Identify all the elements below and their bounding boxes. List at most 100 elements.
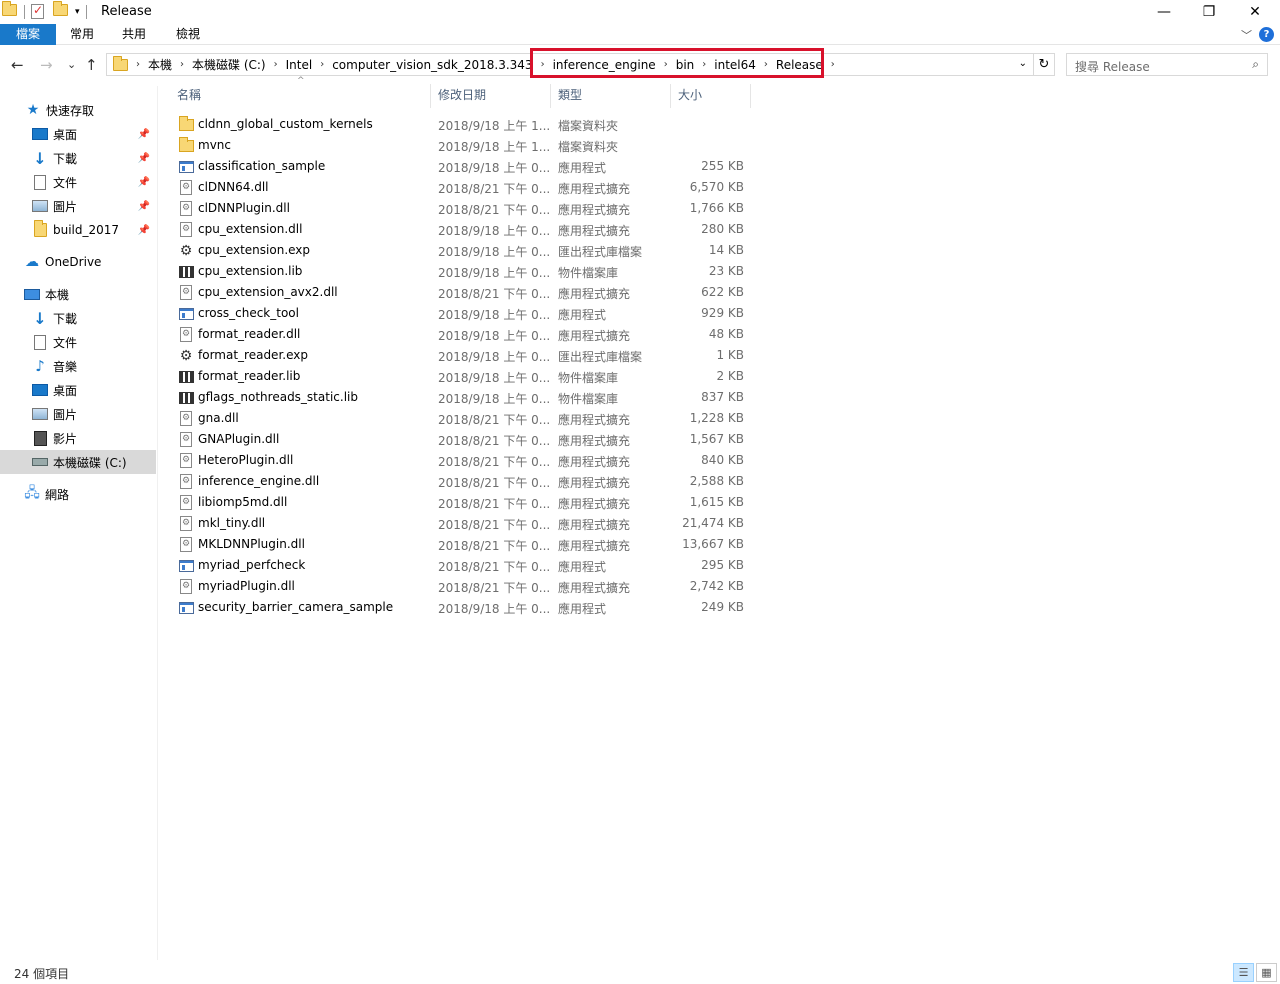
chevron-right-icon[interactable]: › bbox=[318, 59, 326, 70]
sidebar-item-label: 桌面 bbox=[53, 383, 78, 398]
tab-share[interactable]: 共用 bbox=[114, 24, 154, 45]
tab-home[interactable]: 常用 bbox=[62, 24, 102, 45]
customize-toolbar-chevron-icon[interactable]: ▾ bbox=[75, 7, 80, 17]
forward-button[interactable]: → bbox=[40, 56, 53, 74]
file-row[interactable]: security_barrier_camera_sample 2018/9/18 … bbox=[170, 597, 760, 618]
file-modified-date: 2018/8/21 下午 0... bbox=[438, 455, 551, 469]
file-row[interactable]: cpu_extension.dll 2018/9/18 上午 0... 應用程式擴充… bbox=[170, 219, 760, 240]
chevron-right-icon[interactable]: › bbox=[272, 59, 280, 70]
file-row[interactable]: cpu_extension.lib 2018/9/18 上午 0... 物件檔案庫 2… bbox=[170, 261, 760, 282]
file-row[interactable]: myriad_perfcheck 2018/8/21 下午 0... 應用程式 295… bbox=[170, 555, 760, 576]
file-row[interactable]: mkl_tiny.dll 2018/8/21 下午 0... 應用程式擴充 21,47… bbox=[170, 513, 760, 534]
file-row[interactable]: format_reader.lib 2018/9/18 上午 0... 物件檔案庫 2… bbox=[170, 366, 760, 387]
minimize-button[interactable]: — bbox=[1141, 0, 1187, 24]
file-row[interactable]: mvnc 2018/9/18 上午 1... 檔案資料夾 bbox=[170, 135, 760, 156]
search-icon[interactable]: ⌕ bbox=[1252, 57, 1259, 72]
refresh-button[interactable]: ↻ bbox=[1034, 53, 1055, 76]
tab-view[interactable]: 檢視 bbox=[168, 24, 208, 45]
file-modified-date: 2018/9/18 上午 0... bbox=[438, 602, 551, 616]
address-history-chevron-down-icon[interactable]: ⌄ bbox=[1019, 58, 1027, 69]
library-file-icon bbox=[178, 264, 194, 279]
file-size: 2,742 KB bbox=[689, 579, 744, 593]
file-row[interactable]: GNAPlugin.dll 2018/8/21 下午 0... 應用程式擴充 1,56… bbox=[170, 429, 760, 450]
file-row[interactable]: cpu_extension_avx2.dll 2018/8/21 下午 0... 應… bbox=[170, 282, 760, 303]
restore-button[interactable]: ❐ bbox=[1186, 0, 1232, 24]
sidebar-item-label: 本機磁碟 (C:) bbox=[53, 455, 127, 470]
breadcrumb-intel[interactable]: Intel bbox=[280, 58, 319, 72]
sidebar-item-pictures[interactable]: 圖片 📌 bbox=[0, 194, 156, 218]
column-header-date[interactable]: 修改日期 bbox=[431, 84, 551, 108]
expand-ribbon-chevron-icon[interactable]: ﹀ bbox=[1241, 27, 1252, 43]
column-header-name[interactable]: 名稱 bbox=[170, 84, 431, 108]
file-type: 應用程式擴充 bbox=[558, 434, 631, 448]
file-row[interactable]: HeteroPlugin.dll 2018/8/21 下午 0... 應用程式擴充 8… bbox=[170, 450, 760, 471]
sidebar-item-downloads[interactable]: ↓ 下載 📌 bbox=[0, 146, 156, 170]
file-row[interactable]: clDNN64.dll 2018/8/21 下午 0... 應用程式擴充 6,570 … bbox=[170, 177, 760, 198]
pin-icon[interactable]: 📌 bbox=[138, 153, 150, 164]
file-name: cpu_extension.dll bbox=[198, 222, 303, 236]
file-row[interactable]: MKLDNNPlugin.dll 2018/8/21 下午 0... 應用程式擴充 1… bbox=[170, 534, 760, 555]
sidebar-item-local-disk[interactable]: 本機磁碟 (C:) bbox=[0, 450, 156, 474]
properties-icon[interactable] bbox=[31, 3, 47, 20]
pin-icon[interactable]: 📌 bbox=[138, 201, 150, 212]
file-row[interactable]: libiomp5md.dll 2018/8/21 下午 0... 應用程式擴充 1,6… bbox=[170, 492, 760, 513]
breadcrumb-this-pc[interactable]: 本機 bbox=[142, 56, 178, 73]
large-icons-view-icon[interactable]: ▦ bbox=[1256, 963, 1277, 982]
sidebar-item-pc-videos[interactable]: 影片 bbox=[0, 426, 156, 450]
file-row[interactable]: format_reader.dll 2018/9/18 上午 0... 應用程式擴充… bbox=[170, 324, 760, 345]
file-row[interactable]: cross_check_tool 2018/9/18 上午 0... 應用程式 929… bbox=[170, 303, 760, 324]
sidebar-item-pc-documents[interactable]: 文件 bbox=[0, 330, 156, 354]
file-row[interactable]: inference_engine.dll 2018/8/21 下午 0... 應用程… bbox=[170, 471, 760, 492]
file-size: 1,615 KB bbox=[689, 495, 744, 509]
file-row[interactable]: ⚙ format_reader.exp 2018/9/18 上午 0... 匯出程式庫… bbox=[170, 345, 760, 366]
file-modified-date: 2018/9/18 上午 0... bbox=[438, 308, 551, 322]
sidebar-item-pc-pictures[interactable]: 圖片 bbox=[0, 402, 156, 426]
dll-file-icon bbox=[178, 411, 194, 426]
file-name: cpu_extension_avx2.dll bbox=[198, 285, 338, 299]
details-view-icon[interactable]: ☰ bbox=[1233, 963, 1254, 982]
sidebar-item-documents[interactable]: 文件 📌 bbox=[0, 170, 156, 194]
file-row[interactable]: clDNNPlugin.dll 2018/8/21 下午 0... 應用程式擴充 1,… bbox=[170, 198, 760, 219]
sidebar-item-this-pc[interactable]: 本機 bbox=[0, 282, 156, 306]
file-type: 應用程式擴充 bbox=[558, 539, 631, 553]
pin-icon[interactable]: 📌 bbox=[138, 225, 150, 236]
file-modified-date: 2018/8/21 下午 0... bbox=[438, 434, 551, 448]
sidebar-item-pc-desktop[interactable]: 桌面 bbox=[0, 378, 156, 402]
sidebar-item-quick-access[interactable]: ★ 快速存取 bbox=[0, 98, 156, 122]
file-row[interactable]: gflags_nothreads_static.lib 2018/9/18 上午 … bbox=[170, 387, 760, 408]
new-folder-icon[interactable] bbox=[53, 1, 69, 20]
file-row[interactable]: myriadPlugin.dll 2018/8/21 下午 0... 應用程式擴充 2… bbox=[170, 576, 760, 597]
sidebar-item-onedrive[interactable]: ☁ OneDrive bbox=[0, 250, 156, 274]
recent-locations-chevron-icon[interactable]: ⌄ bbox=[67, 58, 76, 71]
breadcrumb-local-disk[interactable]: 本機磁碟 (C:) bbox=[186, 56, 272, 73]
breadcrumb-sdk[interactable]: computer_vision_sdk_2018.3.343 bbox=[326, 58, 538, 72]
sidebar-item-pc-downloads[interactable]: ↓ 下載 bbox=[0, 306, 156, 330]
application-icon bbox=[178, 600, 194, 615]
close-button[interactable]: ✕ bbox=[1232, 0, 1278, 24]
file-name: myriad_perfcheck bbox=[198, 558, 306, 572]
up-button[interactable]: ↑ bbox=[85, 56, 98, 74]
help-icon[interactable]: ? bbox=[1259, 27, 1274, 42]
file-row[interactable]: gna.dll 2018/8/21 下午 0... 應用程式擴充 1,228 KB bbox=[170, 408, 760, 429]
sidebar-item-network[interactable]: 🖧 網路 bbox=[0, 482, 156, 506]
column-header-type[interactable]: 類型 bbox=[551, 84, 671, 108]
sidebar-item-build-2017[interactable]: build_2017 📌 bbox=[0, 218, 156, 242]
file-type: 應用程式擴充 bbox=[558, 518, 631, 532]
pin-icon[interactable]: 📌 bbox=[138, 129, 150, 140]
chevron-right-icon[interactable]: › bbox=[829, 59, 837, 70]
file-row[interactable]: ⚙ cpu_extension.exp 2018/9/18 上午 0... 匯出程式庫… bbox=[170, 240, 760, 261]
folder-icon bbox=[2, 1, 18, 20]
chevron-right-icon[interactable]: › bbox=[134, 59, 142, 70]
chevron-right-icon[interactable]: › bbox=[178, 59, 186, 70]
column-header-size[interactable]: 大小 bbox=[671, 84, 751, 108]
sidebar-item-desktop[interactable]: 桌面 📌 bbox=[0, 122, 156, 146]
file-row[interactable]: classification_sample 2018/9/18 上午 0... 應用… bbox=[170, 156, 760, 177]
pin-icon[interactable]: 📌 bbox=[138, 177, 150, 188]
tab-file[interactable]: 檔案 bbox=[0, 24, 56, 45]
search-input[interactable]: 搜尋 Release ⌕ bbox=[1066, 53, 1268, 76]
back-button[interactable]: ← bbox=[11, 56, 24, 74]
file-name: myriadPlugin.dll bbox=[198, 579, 295, 593]
sidebar-item-pc-music[interactable]: ♪ 音樂 bbox=[0, 354, 156, 378]
file-row[interactable]: cldnn_global_custom_kernels 2018/9/18 上午 … bbox=[170, 114, 760, 135]
sidebar-item-label: 音樂 bbox=[53, 359, 78, 374]
